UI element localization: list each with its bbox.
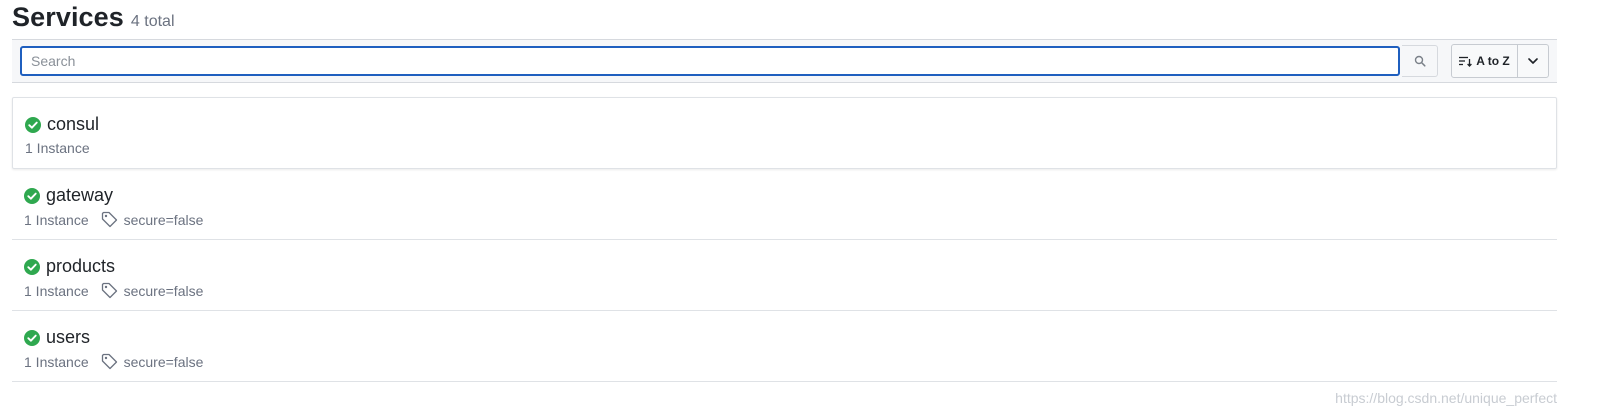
sort-button[interactable]: A to Z xyxy=(1452,45,1518,77)
tag-label: secure=false xyxy=(123,211,204,228)
service-name[interactable]: users xyxy=(46,327,90,348)
sort-caret-button[interactable] xyxy=(1518,45,1548,77)
service-row-users[interactable]: users 1 Instance secure=false xyxy=(12,311,1557,382)
tag-icon xyxy=(101,211,117,228)
services-list: consul 1 Instance gateway 1 Instance sec… xyxy=(12,97,1557,382)
passing-check-icon xyxy=(24,187,40,204)
instance-count: 1 Instance xyxy=(24,353,89,370)
tag-icon xyxy=(101,353,117,370)
watermark: https://blog.csdn.net/unique_perfect xyxy=(1335,390,1557,406)
sort-icon xyxy=(1459,56,1473,67)
sort-dropdown[interactable]: A to Z xyxy=(1451,44,1549,78)
service-tag: secure=false xyxy=(101,353,204,370)
sort-label: A to Z xyxy=(1476,54,1510,68)
service-row-products[interactable]: products 1 Instance secure=false xyxy=(12,240,1557,311)
service-tag: secure=false xyxy=(101,211,204,228)
page-header: Services 4 total xyxy=(12,2,175,33)
service-row-gateway[interactable]: gateway 1 Instance secure=false xyxy=(12,169,1557,240)
service-name[interactable]: products xyxy=(46,256,115,277)
chevron-down-icon xyxy=(1528,58,1538,64)
passing-check-icon xyxy=(24,329,40,346)
service-name[interactable]: gateway xyxy=(46,185,113,206)
tag-label: secure=false xyxy=(123,282,204,299)
instance-count: 1 Instance xyxy=(24,211,89,228)
service-tag: secure=false xyxy=(101,282,204,299)
service-name[interactable]: consul xyxy=(47,114,99,135)
search-input[interactable] xyxy=(20,46,1400,76)
service-row-consul[interactable]: consul 1 Instance xyxy=(12,97,1557,169)
filter-toolbar: A to Z xyxy=(12,39,1557,83)
search-icon xyxy=(1414,55,1426,67)
passing-check-icon xyxy=(25,116,41,133)
search-button[interactable] xyxy=(1402,45,1438,77)
instance-count: 1 Instance xyxy=(24,282,89,299)
passing-check-icon xyxy=(24,258,40,275)
tag-icon xyxy=(101,282,117,299)
instance-count: 1 Instance xyxy=(25,140,90,156)
services-count: 4 total xyxy=(130,13,175,30)
page-title: Services xyxy=(12,2,124,32)
tag-label: secure=false xyxy=(123,353,204,370)
